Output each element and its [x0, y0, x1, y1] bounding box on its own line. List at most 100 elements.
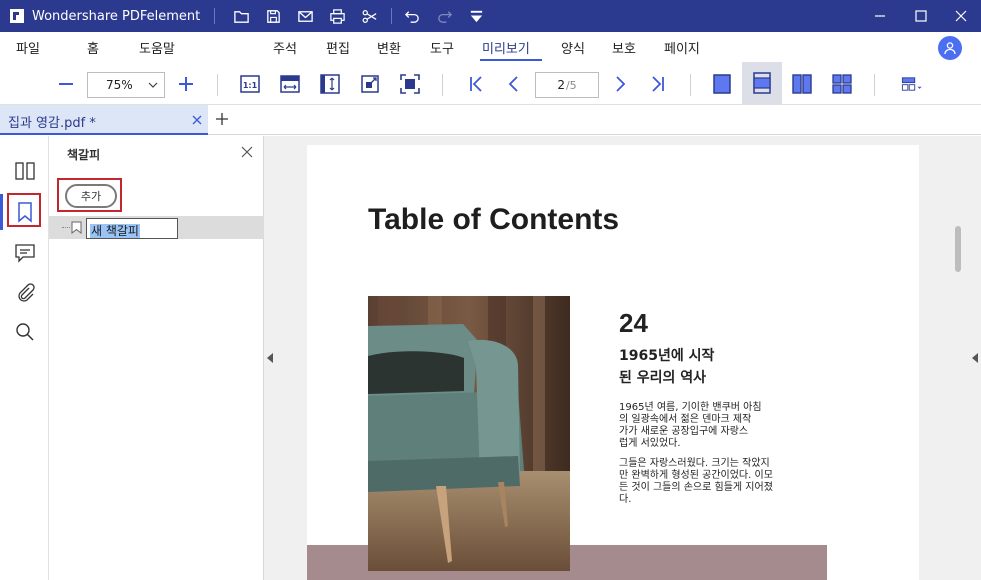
fit-width-icon [280, 75, 300, 93]
continuous-view-button[interactable] [742, 62, 782, 104]
paragraph-line: 럽게 서있었다. [619, 438, 681, 449]
menu-file[interactable]: 파일 [16, 38, 40, 57]
fit-height-button[interactable] [316, 70, 344, 98]
chevron-right-icon [616, 76, 626, 92]
two-page-icon [792, 74, 812, 94]
svg-text:1:1: 1:1 [243, 81, 258, 90]
document-tab[interactable]: 집과 영감.pdf * [0, 105, 208, 135]
paragraph-line: 의 일광속에서 젊은 덴마크 제작 [619, 414, 752, 425]
close-tab-icon[interactable] [190, 113, 204, 127]
thumbnails-button[interactable] [10, 156, 40, 186]
menu-convert[interactable]: 변환 [377, 38, 401, 57]
user-icon [944, 42, 956, 55]
page-layout-dropdown[interactable] [892, 70, 932, 98]
paperclip-icon [18, 283, 35, 302]
close-icon [955, 10, 967, 22]
paragraph-line: 1965년 여름, 기이한 밴쿠버 아침 [619, 402, 762, 413]
vertical-scrollbar[interactable] [955, 226, 961, 272]
bookmark-item[interactable]: 새 책갈피 [49, 216, 264, 239]
search-button[interactable] [10, 317, 40, 347]
undo-button[interactable] [396, 0, 428, 32]
next-page-button[interactable] [606, 70, 634, 98]
account-button[interactable] [938, 36, 962, 60]
scissors-icon [362, 9, 377, 23]
zoom-select[interactable]: 75% [87, 72, 165, 98]
menu-view[interactable]: 미리보기 [482, 38, 530, 57]
zoom-in-button[interactable] [172, 70, 200, 98]
menu-form[interactable]: 양식 [561, 38, 585, 57]
menu-comment[interactable]: 주석 [273, 38, 297, 57]
section-heading-line: 1965년에 시작 [619, 348, 715, 364]
mail-icon [298, 10, 313, 22]
zoom-out-button[interactable] [52, 70, 80, 98]
actual-size-button[interactable]: 1:1 [236, 70, 264, 98]
section-paragraph-1: 1965년 여름, 기이한 밴쿠버 아침 의 일광속에서 젊은 덴마크 제작 가… [619, 402, 784, 450]
save-button[interactable] [257, 0, 289, 32]
previous-page-button[interactable] [500, 70, 528, 98]
attachments-button[interactable] [10, 278, 40, 308]
actual-size-icon: 1:1 [240, 75, 260, 93]
plus-icon [179, 77, 193, 91]
bookmark-name-input[interactable]: 새 책갈피 [86, 218, 178, 239]
minimize-icon [875, 15, 885, 17]
print-icon [330, 8, 345, 24]
toolbar-divider [217, 74, 218, 96]
page-number-input[interactable]: 2 /5 [535, 72, 599, 98]
comment-icon [15, 244, 35, 263]
bookmark-panel: 책갈피 추가 새 책갈피 [49, 136, 264, 580]
paragraph-line: 그들은 자랑스러웠다. 크기는 작았지 [619, 458, 770, 469]
section-heading-line: 된 우리의 역사 [619, 370, 707, 386]
add-bookmark-button[interactable]: 추가 [65, 184, 117, 208]
minus-icon [59, 83, 73, 85]
cut-button[interactable] [353, 0, 385, 32]
single-page-icon [713, 74, 731, 94]
document-tab-title: 집과 영감.pdf * [8, 116, 96, 131]
customize-toolbar-button[interactable] [460, 0, 492, 32]
first-page-icon [470, 76, 482, 92]
app-title: Wondershare PDFelement [32, 8, 201, 24]
menu-tools[interactable]: 도구 [430, 38, 454, 57]
fit-width-button[interactable] [276, 70, 304, 98]
two-page-view-button[interactable] [788, 70, 816, 98]
active-rail-indicator [0, 194, 3, 230]
print-button[interactable] [321, 0, 353, 32]
single-page-view-button[interactable] [708, 70, 736, 98]
document-viewer[interactable]: Table of Contents 24 1965년에 시작 된 우리의 역사 … [264, 136, 981, 580]
fit-page-button[interactable] [356, 70, 384, 98]
toolbar-divider [442, 74, 443, 96]
full-screen-button[interactable] [396, 70, 424, 98]
chevron-left-icon [508, 76, 518, 92]
section-number: 24 [619, 308, 648, 338]
redo-button[interactable] [428, 0, 460, 32]
collapse-left-arrow[interactable] [267, 353, 273, 363]
pdfelement-logo-icon [8, 7, 26, 25]
menu-edit[interactable]: 편집 [326, 38, 350, 57]
close-window-button[interactable] [938, 0, 981, 32]
menu-home[interactable]: 홈 [87, 38, 99, 57]
last-page-button[interactable] [644, 70, 672, 98]
collapse-right-arrow[interactable] [972, 353, 978, 363]
section-paragraph-2: 그들은 자랑스러웠다. 크기는 작았지 만 완벽하게 형성된 공간이었다. 이모… [619, 458, 784, 506]
titlebar-divider [214, 8, 216, 24]
menu-help[interactable]: 도움말 [139, 38, 175, 57]
paragraph-line: 만 완벽하게 형성된 공간이었다. 이모 [619, 470, 773, 481]
first-page-button[interactable] [462, 70, 490, 98]
continuous-page-icon [753, 72, 771, 94]
email-button[interactable] [289, 0, 321, 32]
sofa-photo [368, 296, 570, 571]
minimize-button[interactable] [857, 0, 903, 32]
comments-button[interactable] [10, 238, 40, 268]
menu-page[interactable]: 페이지 [664, 38, 700, 57]
panel-title: 책갈피 [67, 148, 101, 162]
two-page-continuous-button[interactable] [828, 70, 856, 98]
menu-bar: 파일 홈 도움말 주석 편집 변환 도구 미리보기 양식 보호 페이지 [0, 32, 981, 62]
document-tab-bar: 집과 영감.pdf * [0, 105, 981, 135]
open-folder-button[interactable] [225, 0, 257, 32]
layout-options-icon [901, 77, 922, 91]
new-tab-icon[interactable] [214, 111, 230, 127]
total-pages: /5 [565, 78, 577, 92]
close-panel-icon[interactable] [241, 146, 253, 158]
active-menu-indicator [480, 59, 542, 61]
section-heading: 1965년에 시작 된 우리의 역사 [619, 345, 714, 389]
menu-protect[interactable]: 보호 [612, 38, 636, 57]
